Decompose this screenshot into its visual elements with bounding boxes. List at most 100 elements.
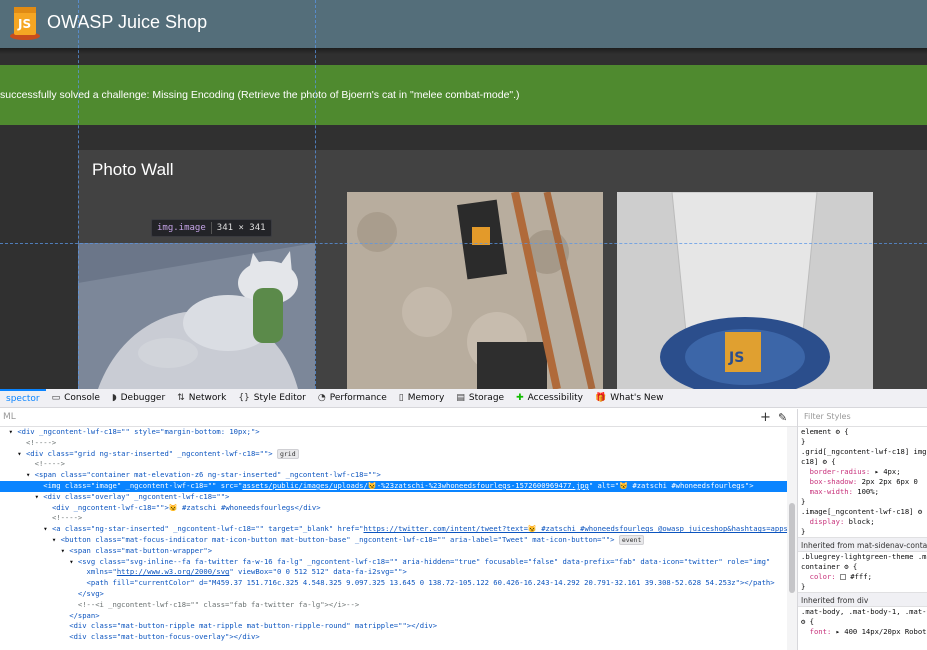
dom-node[interactable]: <div _ngcontent-lwf-c18="">😼 #zatschi #w… bbox=[0, 503, 787, 514]
rule-declaration[interactable]: color: #fff; bbox=[798, 572, 927, 582]
console-tab-label: Console bbox=[64, 393, 100, 403]
dom-node[interactable]: </span> bbox=[0, 611, 787, 622]
css-value: block; bbox=[844, 517, 875, 526]
event-badge[interactable]: event bbox=[618, 534, 645, 545]
rule-text: .grid[_ngcontent-lwf-c18] img[_ bbox=[801, 447, 927, 456]
dom-node-text: <div _ngcontent-lwf-c18="">😼 #zatschi #w… bbox=[51, 502, 321, 512]
dom-node-text: <div class="mat-button-focus-overlay"></… bbox=[69, 632, 260, 642]
dom-node-text: <path fill="currentColor" d="M459.37 151… bbox=[86, 578, 775, 588]
tab-whats-new[interactable]: 🎁 What's New bbox=[589, 389, 670, 408]
css-value: ▸ 4px; bbox=[870, 467, 901, 476]
tab-debugger[interactable]: ◗ Debugger bbox=[106, 389, 171, 408]
dom-node[interactable]: ▾ <svg class="svg-inline--fa fa-twitter … bbox=[0, 557, 787, 568]
dom-node-text: <a class="ng-star-inserted" _ngcontent-l… bbox=[51, 524, 364, 534]
dom-node[interactable]: ▾ <div class="grid ng-star-inserted" _ng… bbox=[0, 448, 787, 460]
dom-node[interactable]: ▾ <button class="mat-focus-indicator mat… bbox=[0, 534, 787, 546]
juice-shop-logo-icon[interactable]: JS bbox=[8, 3, 42, 41]
juice-shop-app: JS OWASP Juice Shop successfully solved … bbox=[0, 0, 927, 389]
rule-text: ⚙ { bbox=[801, 617, 814, 626]
tab-performance[interactable]: ◔ Performance bbox=[312, 389, 393, 408]
image-src-link[interactable]: assets/public/images/uploads/😼-%23zatsch… bbox=[242, 481, 588, 490]
markup-tree: ▾ <div _ngcontent-lwf-c18="" style="marg… bbox=[0, 427, 787, 650]
rules-panel: Filter Styles element ⚙ { } .grid[_ngcon… bbox=[797, 409, 927, 650]
tweet-href-link[interactable]: https://twitter.com/intent/tweet?text=😼 … bbox=[364, 524, 788, 533]
dom-node[interactable]: <!--<i _ngcontent-lwf-c18="" class="fab … bbox=[0, 600, 787, 611]
dom-node[interactable]: ▾ <div class="overlay" _ngcontent-lwf-c1… bbox=[0, 492, 787, 503]
markup-scrollbar-thumb[interactable] bbox=[789, 503, 795, 593]
photo-glass[interactable]: JS bbox=[617, 192, 873, 389]
dom-node-selected[interactable]: <img class="image" _ngcontent-lwf-c18=""… bbox=[0, 480, 787, 492]
app-title[interactable]: OWASP Juice Shop bbox=[47, 12, 207, 33]
tab-style-editor[interactable]: {} Style Editor bbox=[232, 389, 312, 408]
svg-text:JS: JS bbox=[728, 350, 744, 366]
rule-declaration[interactable]: font: ▸ 400 14px/20px Roboto bbox=[798, 627, 927, 637]
infobar-tag: img.image bbox=[157, 223, 206, 233]
highlighter-guide-left bbox=[78, 0, 79, 389]
whats-new-tab-label: What's New bbox=[610, 393, 664, 403]
console-icon: ▭ bbox=[51, 393, 61, 403]
eyedropper-icon[interactable]: ✎ bbox=[778, 411, 787, 424]
markup-search-bar[interactable]: ML + ✎ bbox=[0, 409, 797, 427]
rule-text: .mat-body, .mat-body-1, .mat-ty bbox=[801, 607, 927, 616]
css-property: font: bbox=[809, 627, 832, 636]
highlighter-guide-top bbox=[0, 243, 927, 244]
rule-declaration[interactable]: border-radius: ▸ 4px; bbox=[798, 467, 927, 477]
css-value: 100%; bbox=[852, 487, 879, 496]
rule-declaration[interactable]: max-width: 100%; bbox=[798, 487, 927, 497]
glass-image: JS bbox=[617, 192, 873, 389]
dom-node-text: <span class="mat-button-wrapper"> bbox=[69, 545, 213, 555]
filter-styles-input[interactable]: Filter Styles bbox=[798, 409, 927, 427]
tab-accessibility[interactable]: ✚ Accessibility bbox=[510, 389, 589, 408]
tab-console[interactable]: ▭ Console bbox=[46, 389, 106, 408]
photo-cat[interactable] bbox=[78, 243, 315, 389]
tab-memory[interactable]: ▯ Memory bbox=[393, 389, 451, 408]
dom-node[interactable]: </svg> bbox=[0, 589, 787, 600]
dom-node[interactable]: <!----> bbox=[0, 459, 787, 470]
css-property: box-shadow: bbox=[809, 477, 858, 486]
svg-text:JS: JS bbox=[17, 17, 31, 31]
dom-node-text: </span> bbox=[69, 610, 100, 620]
dom-node[interactable]: xmlns="http://www.w3.org/2000/svg" viewB… bbox=[0, 567, 787, 578]
photo-wall-title: Photo Wall bbox=[92, 160, 174, 179]
xmlns-link[interactable]: http://www.w3.org/2000/svg bbox=[117, 567, 230, 576]
dom-node[interactable]: <path fill="currentColor" d="M459.37 151… bbox=[0, 578, 787, 589]
dom-node[interactable]: ▾ <a class="ng-star-inserted" _ngcontent… bbox=[0, 524, 787, 535]
dom-node-text: <div class="mat-button-ripple mat-ripple… bbox=[69, 621, 438, 631]
css-property: border-radius: bbox=[809, 467, 871, 476]
rule-text: } bbox=[801, 497, 806, 506]
accessibility-tab-label: Accessibility bbox=[527, 393, 584, 403]
markup-search-label: ML bbox=[3, 412, 16, 422]
rule-text: .bluegrey-lightgreen-theme .ma bbox=[801, 552, 927, 561]
rule-declaration[interactable]: display: block; bbox=[798, 517, 927, 527]
rule-declaration[interactable]: box-shadow: 2px 2px 6px 0 bbox=[798, 477, 927, 487]
dom-node[interactable]: <div class="mat-button-focus-overlay"></… bbox=[0, 632, 787, 643]
style-editor-tab-label: Style Editor bbox=[253, 393, 306, 403]
rule-text: c18] ⚙ { bbox=[801, 457, 836, 466]
css-property: max-width: bbox=[809, 487, 853, 496]
memory-tab-label: Memory bbox=[407, 393, 445, 403]
dom-node-text: <!----> bbox=[51, 513, 83, 523]
dom-node[interactable]: ▾ <span class="container mat-elevation-z… bbox=[0, 470, 787, 481]
dom-node[interactable]: ▾ <div _ngcontent-lwf-c18="" style="marg… bbox=[0, 427, 787, 438]
photo-stone-wall[interactable] bbox=[347, 192, 603, 389]
tab-inspector[interactable]: spector bbox=[0, 388, 46, 408]
challenge-solved-banner: successfully solved a challenge: Missing… bbox=[0, 65, 927, 125]
dom-node[interactable]: <div class="mat-button-ripple mat-ripple… bbox=[0, 621, 787, 632]
tab-storage[interactable]: ▤ Storage bbox=[450, 389, 510, 408]
storage-tab-label: Storage bbox=[468, 393, 505, 403]
rule-text: } bbox=[801, 582, 806, 591]
devtools-panel: spector ▭ Console ◗ Debugger ⇅ Network {… bbox=[0, 388, 927, 650]
dom-node[interactable]: ▾ <span class="mat-button-wrapper"> bbox=[0, 546, 787, 557]
dom-node-text: <!----> bbox=[25, 437, 57, 447]
markup-scrollbar[interactable] bbox=[787, 427, 797, 650]
dom-node[interactable]: <!----> bbox=[0, 513, 787, 524]
grid-badge[interactable]: grid bbox=[276, 448, 299, 459]
rule-text: } bbox=[801, 437, 806, 446]
css-property: display: bbox=[809, 517, 845, 526]
performance-icon: ◔ bbox=[317, 393, 326, 403]
dom-node[interactable]: <!----> bbox=[0, 438, 787, 449]
inherited-header: Inherited from div bbox=[798, 592, 927, 607]
css-value: #fff; bbox=[845, 572, 872, 581]
add-node-icon[interactable]: + bbox=[760, 410, 771, 425]
tab-network[interactable]: ⇅ Network bbox=[171, 389, 232, 408]
